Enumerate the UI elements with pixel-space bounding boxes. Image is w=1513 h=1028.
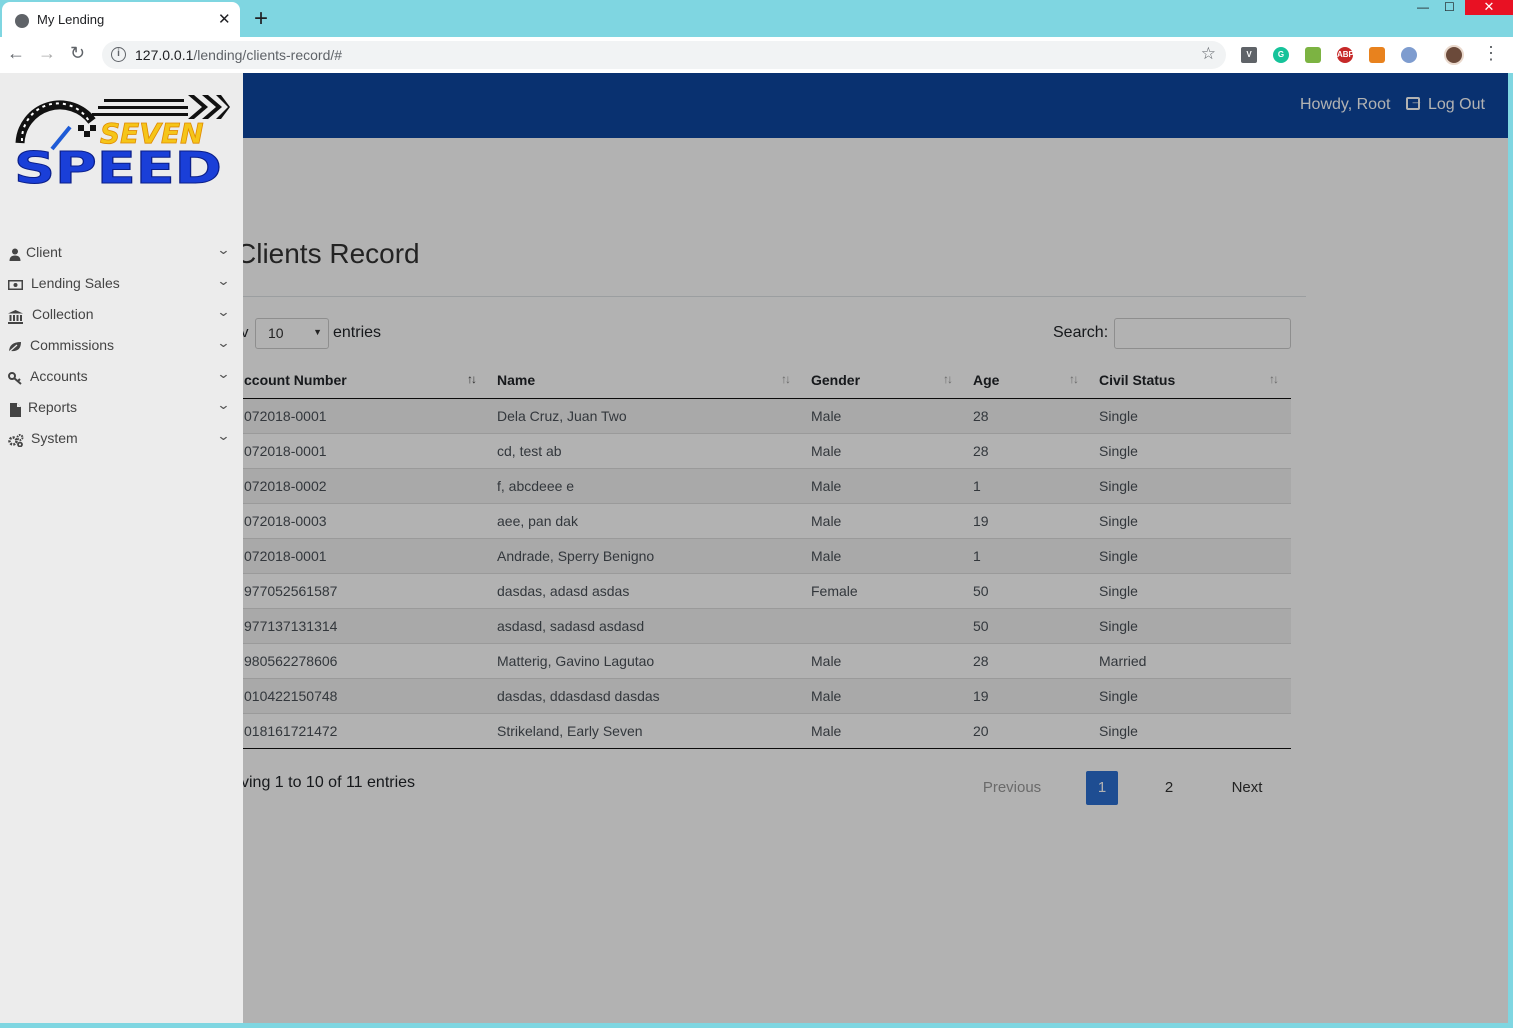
forward-icon[interactable]: → xyxy=(38,43,56,64)
browser-tab-strip: My Lending ✕ + — ☐ ✕ xyxy=(0,0,1513,37)
chevron-down-icon: ⌄ xyxy=(216,335,231,350)
new-tab-icon[interactable]: + xyxy=(254,5,268,33)
sidebar-item-lending-sales[interactable]: Lending Sales ⌄ xyxy=(0,273,243,305)
sidebar-menu: Client ⌄ Lending Sales ⌄ Collection ⌄ Co… xyxy=(0,242,243,460)
cogs-icon xyxy=(8,434,24,448)
chevron-down-icon: ⌄ xyxy=(216,273,231,288)
minimize-icon[interactable]: — xyxy=(1417,0,1429,14)
url-text[interactable]: 127.0.0.1/lending/clients-record/# xyxy=(135,47,342,63)
address-bar[interactable]: i 127.0.0.1/lending/clients-record/# ☆ xyxy=(102,41,1226,69)
seven-speed-logo: SEVEN SPEED xyxy=(14,95,230,191)
info-icon[interactable]: i xyxy=(111,47,126,62)
chevron-down-icon: ⌄ xyxy=(216,304,231,319)
bank-icon xyxy=(8,310,23,324)
maximize-icon[interactable]: ☐ xyxy=(1444,0,1455,14)
chevron-down-icon: ⌄ xyxy=(216,397,231,412)
sidebar-item-collection[interactable]: Collection ⌄ xyxy=(0,304,243,336)
sidebar-item-system[interactable]: System ⌄ xyxy=(0,428,243,460)
window-close-icon[interactable]: ✕ xyxy=(1465,0,1513,15)
leaf-icon xyxy=(8,341,22,355)
browser-menu-icon[interactable]: ⋮ xyxy=(1482,43,1500,64)
sidebar-item-commissions[interactable]: Commissions ⌄ xyxy=(0,335,243,367)
back-icon[interactable]: ← xyxy=(7,43,25,64)
chevron-down-icon: ⌄ xyxy=(216,242,231,257)
adblock-icon[interactable]: ABP xyxy=(1337,47,1354,63)
extension-mail-icon[interactable] xyxy=(1305,47,1321,63)
key-icon xyxy=(8,372,22,386)
bookmark-star-icon[interactable]: ☆ xyxy=(1201,44,1216,64)
sidebar-item-reports[interactable]: Reports ⌄ xyxy=(0,397,243,429)
user-icon xyxy=(8,248,22,262)
tab-title: My Lending xyxy=(37,12,105,27)
browser-toolbar: ← → ↻ i 127.0.0.1/lending/clients-record… xyxy=(0,37,1513,73)
close-tab-icon[interactable]: ✕ xyxy=(218,10,231,28)
sidebar-item-client[interactable]: Client ⌄ xyxy=(0,242,243,274)
window-border xyxy=(0,1023,1513,1028)
globe-icon xyxy=(15,14,29,28)
svg-text:SPEED: SPEED xyxy=(14,143,222,191)
profile-avatar[interactable] xyxy=(1444,45,1464,65)
sidebar: SEVEN SPEED Client ⌄ Lending Sales ⌄ Col… xyxy=(0,73,243,1023)
chevron-down-icon: ⌄ xyxy=(216,428,231,443)
reload-icon[interactable]: ↻ xyxy=(70,43,85,64)
money-icon xyxy=(8,279,23,293)
extension-circle-icon[interactable] xyxy=(1401,47,1417,63)
sidebar-item-accounts[interactable]: Accounts ⌄ xyxy=(0,366,243,398)
browser-tab[interactable]: My Lending ✕ xyxy=(2,2,240,37)
metamask-icon[interactable] xyxy=(1369,47,1385,63)
file-icon xyxy=(8,403,22,417)
extension-v-icon[interactable]: V xyxy=(1241,47,1257,63)
chevron-down-icon: ⌄ xyxy=(216,366,231,381)
grammarly-icon[interactable]: G xyxy=(1273,47,1289,63)
